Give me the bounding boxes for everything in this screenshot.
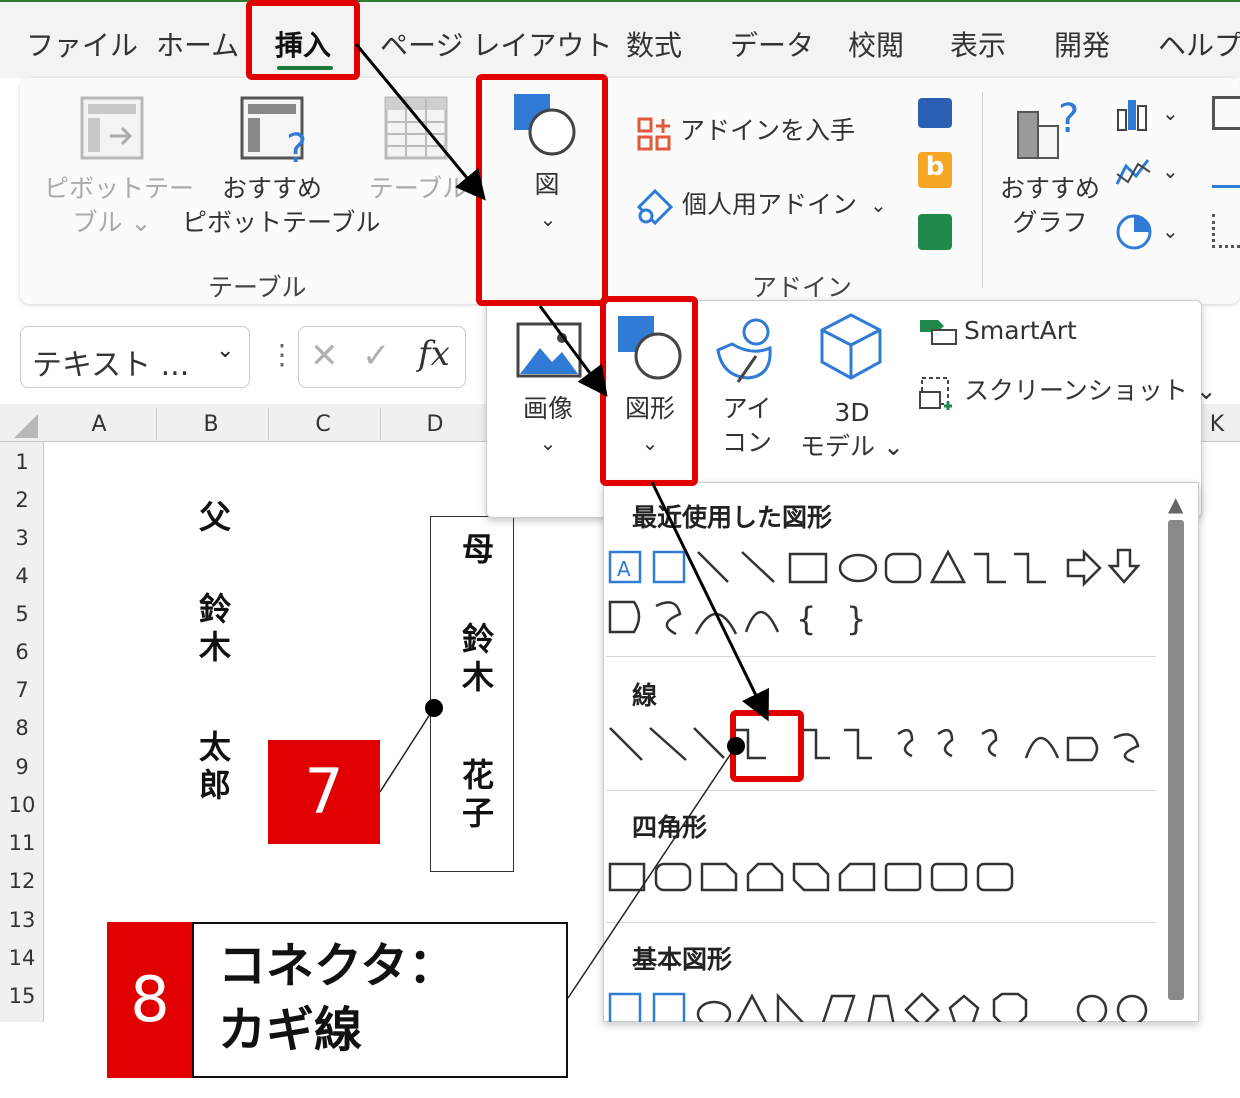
step-8-badge: 8 [107,922,193,1078]
callout-line-1: コネクタ： [218,938,457,994]
callout-line-2: カギ線 [218,1002,363,1058]
step-8-callout-text: コネクタ： カギ線 [218,934,456,1062]
step-7-badge: 7 [268,740,380,844]
